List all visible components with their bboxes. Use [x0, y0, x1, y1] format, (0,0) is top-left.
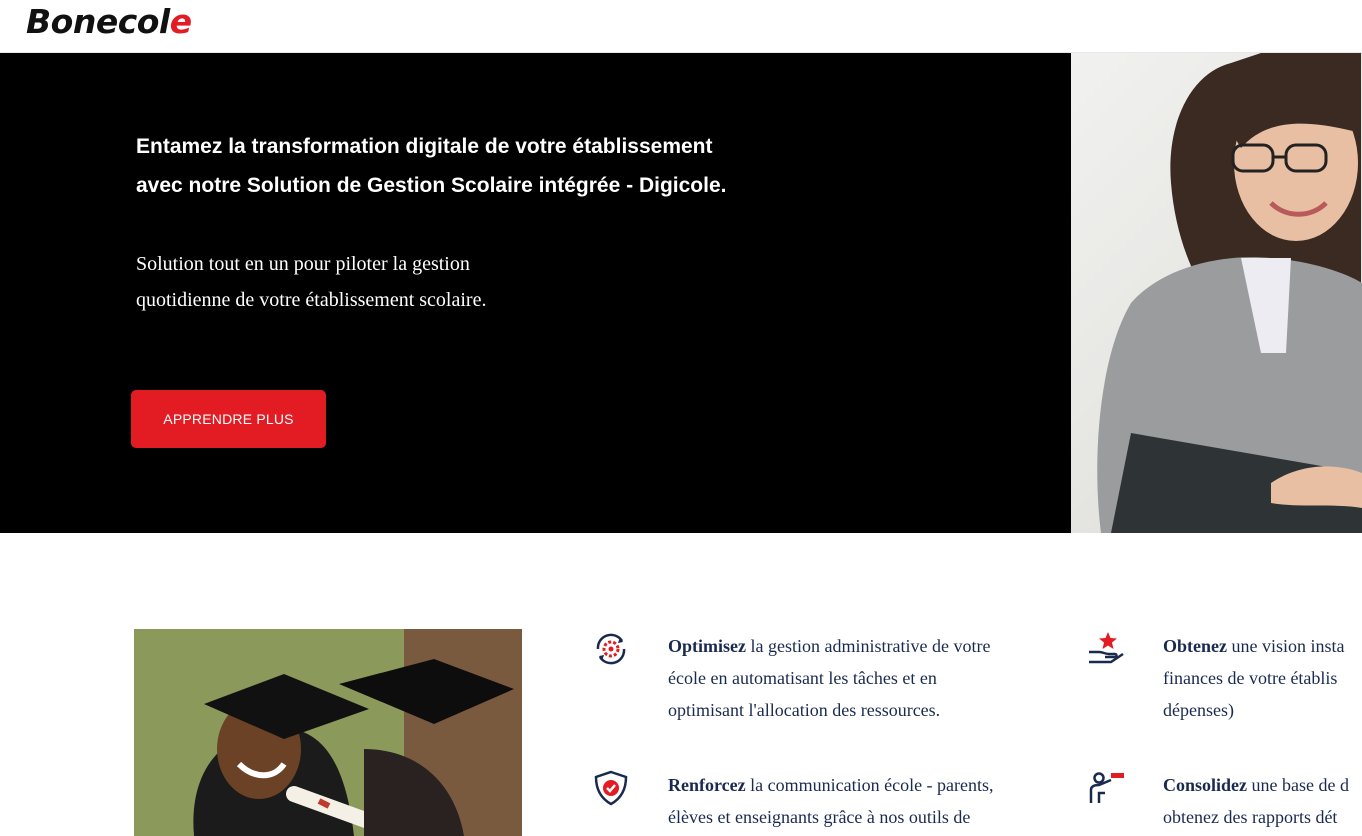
hero-title-line-1: Entamez la transformation digitale de vo…	[136, 135, 713, 158]
presenter-flag-icon	[1089, 772, 1124, 803]
hero-subtitle: Solution tout en un pour piloter la gest…	[136, 246, 566, 318]
hero-subtitle-line-2: quotidienne de votre établissement scola…	[136, 289, 487, 311]
hand-star-icon	[1089, 632, 1124, 664]
graduates-hugging-photo	[134, 629, 522, 836]
hero-photo-woman-laptop	[1071, 53, 1362, 533]
feature-obtain-text: Obtenez une vision insta finances de vot…	[1163, 636, 1345, 720]
hero-section: Entamez la transformation digitale de vo…	[0, 53, 1071, 533]
hero-subtitle-line-1: Solution tout en un pour piloter la gest…	[136, 253, 470, 275]
feature-consolidate-text: Consolidez une base de d obtenez des rap…	[1163, 775, 1349, 827]
graduates-illustration	[134, 629, 522, 836]
learn-more-button[interactable]: APPRENDRE PLUS	[131, 390, 326, 448]
feature-optimize-text: Optimisez la gestion administrative de v…	[668, 636, 991, 720]
woman-illustration	[1097, 53, 1362, 533]
hero-title-line-2: avec notre Solution de Gestion Scolaire …	[136, 174, 727, 197]
site-header: Bonecole	[0, 0, 1362, 53]
gear-cycle-icon	[596, 633, 626, 665]
shield-check-icon	[594, 770, 628, 806]
hero-title: Entamez la transformation digitale de vo…	[136, 127, 796, 205]
brand-logo[interactable]: Bonecole	[26, 2, 192, 41]
feature-reinforce-text: Renforcez la communication école - paren…	[668, 775, 994, 827]
